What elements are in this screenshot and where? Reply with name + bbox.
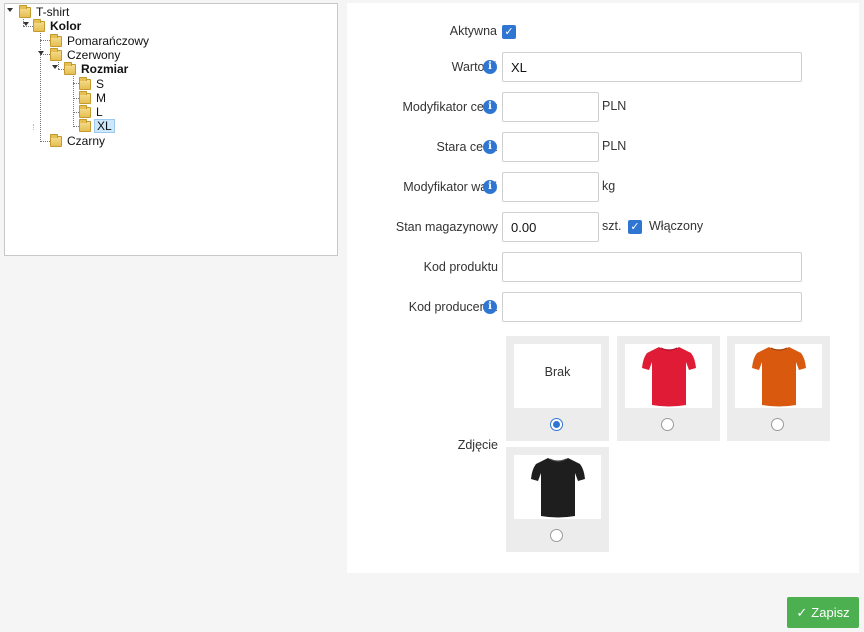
stock-unit: szt. [602,219,622,233]
tree-node-kolor[interactable]: Kolor [33,18,83,33]
old-price-unit: PLN [602,139,627,153]
check-icon: ✓ [796,604,808,620]
info-icon[interactable]: i [483,100,497,114]
tshirt-image [514,455,601,519]
tshirt-image [625,344,712,408]
producer-code-input[interactable] [502,292,802,322]
save-button-label: Zapisz [811,605,850,620]
folder-icon [50,33,62,47]
image-placeholder: Brak [514,344,601,408]
weight-modifier-input[interactable] [502,172,599,202]
weight-modifier-unit: kg [602,179,616,193]
image-radio[interactable] [771,418,784,431]
image-label: Zdjęcie [457,438,498,452]
orange-tshirt-icon [751,347,806,407]
tree-node-pomaranczowy[interactable]: Pomarańczowy [50,33,151,48]
tree-node-label: XL [94,119,115,133]
info-icon[interactable]: i [483,180,497,194]
tree-node-l[interactable]: L [79,104,105,119]
info-icon[interactable]: i [483,140,497,154]
product-code-input[interactable] [502,252,802,282]
tree-connector [23,26,33,27]
tree-node-czarny[interactable]: Czarny [50,133,107,148]
active-label: Aktywna [449,24,497,38]
info-icon[interactable]: i [483,300,497,314]
check-icon: ✓ [630,221,640,233]
image-radio[interactable] [661,418,674,431]
image-option-red[interactable] [617,336,720,441]
image-radio[interactable] [550,529,563,542]
image-option-orange[interactable] [727,336,830,441]
image-option-black[interactable] [506,447,609,552]
image-option-none[interactable]: Brak [506,336,609,441]
black-tshirt-icon [530,458,585,518]
folder-icon [79,104,91,118]
tree-node-rozmiar[interactable]: Rozmiar [64,61,130,76]
folder-icon [79,118,91,132]
product-code-label: Kod produktu [423,260,498,274]
tree-node-xl[interactable]: XL [79,118,115,133]
tree-node-s[interactable]: S [79,76,106,91]
folder-icon [33,18,45,32]
stock-enabled-label: Włączony [649,219,704,233]
tree-node-tshirt[interactable]: T-shirt [19,4,71,19]
category-tree: T-shirt Kolor Pomarańczowy Czerwony Rozm… [4,3,338,256]
tree-node-czerwony[interactable]: Czerwony [50,47,122,62]
stock-enabled-checkbox[interactable]: ✓ [628,220,642,234]
folder-icon [64,61,76,75]
tree-connector [33,124,34,130]
tree-node-label: Kolor [50,19,82,33]
expand-toggle-icon[interactable] [7,8,13,12]
no-image-label: Brak [544,365,571,379]
old-price-input[interactable] [502,132,599,162]
image-radio[interactable] [550,418,563,431]
tree-node-label: Rozmiar [81,62,129,76]
tree-connector [73,74,74,127]
tree-connector [40,30,41,142]
tree-node-label: Czarny [67,134,106,148]
tree-node-label: T-shirt [36,5,70,19]
tree-node-label: Czerwony [67,48,121,62]
info-icon[interactable]: i [483,60,497,74]
red-tshirt-icon [641,347,696,407]
tree-node-label: M [96,91,106,105]
tree-node-label: Pomarańczowy [67,34,150,48]
expand-toggle-icon[interactable] [52,65,58,69]
price-modifier-input[interactable] [502,92,599,122]
tshirt-image [735,344,822,408]
save-button[interactable]: ✓ Zapisz [787,597,859,628]
folder-icon [19,4,31,18]
stock-label: Stan magazynowy [395,220,498,234]
folder-icon [79,76,91,90]
tree-node-m[interactable]: M [79,90,108,105]
expand-toggle-icon[interactable] [23,22,29,26]
expand-toggle-icon[interactable] [38,51,44,55]
value-input[interactable] [502,52,802,82]
price-modifier-unit: PLN [602,99,627,113]
check-icon: ✓ [504,26,514,38]
folder-icon [50,133,62,147]
stock-input[interactable] [502,212,599,242]
folder-icon [50,47,62,61]
active-checkbox[interactable]: ✓ [502,25,516,39]
folder-icon [79,90,91,104]
tree-node-label: S [96,77,105,91]
tree-node-label: L [96,105,103,119]
variant-form: Aktywna ✓ Wartość i Modyfikator ceny i P… [347,3,859,573]
